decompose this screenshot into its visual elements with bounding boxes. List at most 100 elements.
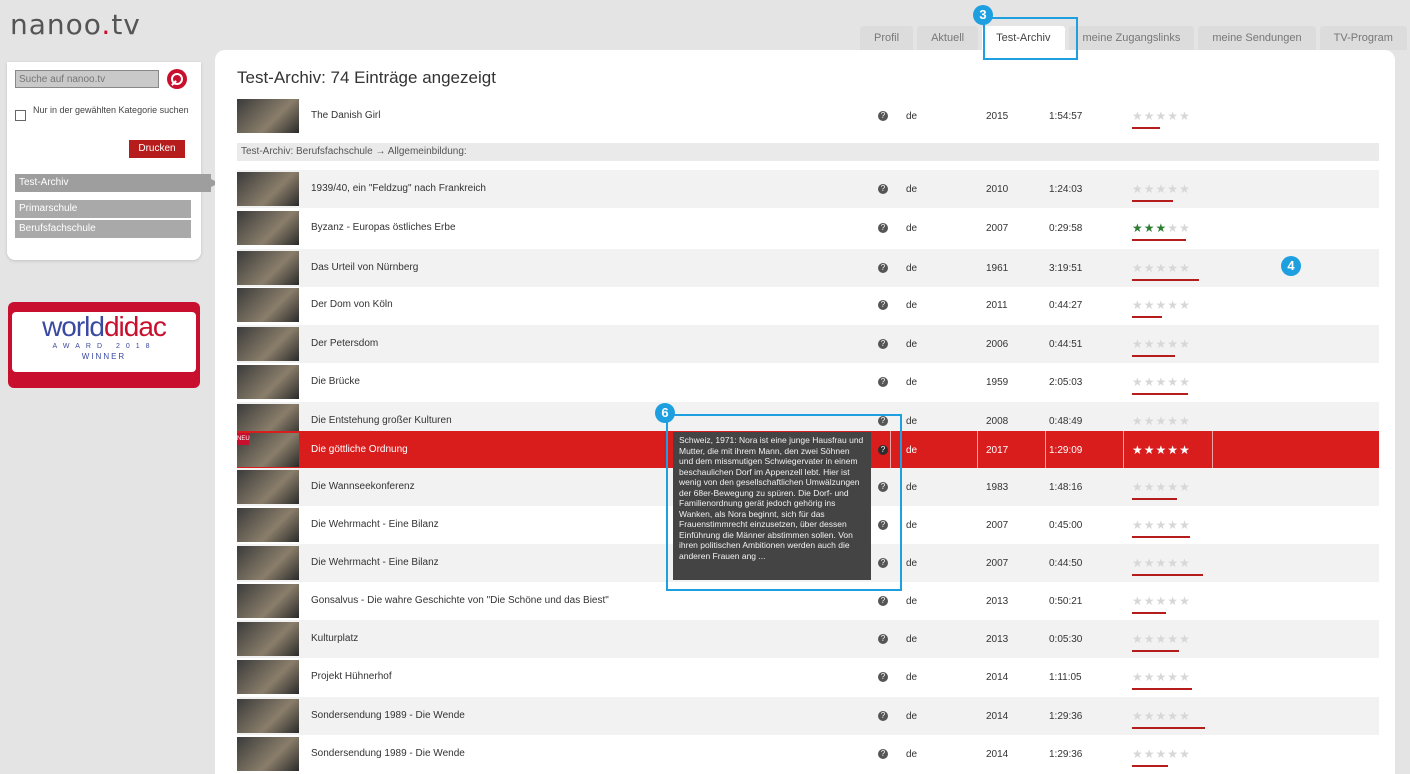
video-thumbnail[interactable]: [237, 211, 299, 245]
info-icon[interactable]: ?: [878, 634, 888, 644]
star-icon[interactable]: ★: [1167, 261, 1179, 275]
rating-stars[interactable]: ★★★★★: [1132, 747, 1191, 761]
nanoo-logo[interactable]: nanoo.tv: [10, 8, 141, 41]
nav-item-primarschule[interactable]: Primarschule: [15, 200, 191, 218]
video-row[interactable]: Sondersendung 1989 - Die Wende? de 2014 1:2…: [237, 697, 1379, 735]
rating-stars[interactable]: ★★★★★: [1132, 221, 1191, 235]
star-icon[interactable]: ★: [1167, 182, 1179, 196]
star-icon[interactable]: ★: [1156, 109, 1168, 123]
star-icon[interactable]: ★: [1167, 632, 1179, 646]
video-thumbnail[interactable]: [237, 660, 299, 694]
rating-stars[interactable]: ★★★★★: [1132, 443, 1191, 457]
star-icon[interactable]: ★: [1156, 594, 1168, 608]
star-icon[interactable]: ★: [1144, 337, 1156, 351]
tab-sendungen[interactable]: meine Sendungen: [1198, 26, 1316, 50]
video-title[interactable]: Kulturplatz: [311, 633, 358, 644]
video-thumbnail[interactable]: [237, 470, 299, 504]
rating-stars[interactable]: ★★★★★: [1132, 298, 1191, 312]
star-icon[interactable]: ★: [1144, 182, 1156, 196]
star-icon[interactable]: ★: [1179, 414, 1191, 428]
video-thumbnail[interactable]: [237, 508, 299, 542]
star-icon[interactable]: ★: [1179, 747, 1191, 761]
star-icon[interactable]: ★: [1179, 556, 1191, 570]
star-icon[interactable]: ★: [1144, 594, 1156, 608]
star-icon[interactable]: ★: [1179, 182, 1191, 196]
star-icon[interactable]: ★: [1156, 337, 1168, 351]
star-icon[interactable]: ★: [1132, 443, 1144, 457]
video-title[interactable]: Die göttliche Ordnung: [311, 444, 408, 455]
rating-stars[interactable]: ★★★★★: [1132, 182, 1191, 196]
rating-stars[interactable]: ★★★★★: [1132, 261, 1191, 275]
star-icon[interactable]: ★: [1132, 337, 1144, 351]
search-icon[interactable]: [167, 69, 187, 89]
star-icon[interactable]: ★: [1132, 632, 1144, 646]
video-thumbnail[interactable]: [237, 699, 299, 733]
rating-stars[interactable]: ★★★★★: [1132, 632, 1191, 646]
star-icon[interactable]: ★: [1179, 480, 1191, 494]
info-icon[interactable]: ?: [878, 596, 888, 606]
star-icon[interactable]: ★: [1156, 670, 1168, 684]
info-icon[interactable]: ?: [878, 184, 888, 194]
video-row[interactable]: 1939/40, ein "Feldzug" nach Frankreich? d…: [237, 170, 1379, 208]
star-icon[interactable]: ★: [1167, 221, 1179, 235]
star-icon[interactable]: ★: [1144, 518, 1156, 532]
rating-stars[interactable]: ★★★★★: [1132, 709, 1191, 723]
star-icon[interactable]: ★: [1144, 414, 1156, 428]
info-icon[interactable]: ?: [878, 377, 888, 387]
star-icon[interactable]: ★: [1132, 375, 1144, 389]
video-title[interactable]: 1939/40, ein "Feldzug" nach Frankreich: [311, 183, 486, 194]
star-icon[interactable]: ★: [1132, 298, 1144, 312]
tab-zugangslinks[interactable]: meine Zugangslinks: [1068, 26, 1195, 50]
video-thumbnail[interactable]: [237, 622, 299, 656]
star-icon[interactable]: ★: [1179, 518, 1191, 532]
star-icon[interactable]: ★: [1144, 443, 1156, 457]
star-icon[interactable]: ★: [1144, 747, 1156, 761]
video-title[interactable]: Die Brücke: [311, 376, 360, 387]
star-icon[interactable]: ★: [1179, 594, 1191, 608]
info-icon[interactable]: ?: [878, 263, 888, 273]
star-icon[interactable]: ★: [1167, 109, 1179, 123]
video-title[interactable]: Die Wehrmacht - Eine Bilanz: [311, 557, 439, 568]
video-thumbnail[interactable]: [237, 288, 299, 322]
video-title[interactable]: Gonsalvus - Die wahre Geschichte von "Di…: [311, 595, 609, 606]
star-icon[interactable]: ★: [1132, 414, 1144, 428]
star-icon[interactable]: ★: [1144, 632, 1156, 646]
tab-profil[interactable]: Profil: [860, 26, 914, 50]
print-button[interactable]: Drucken: [129, 140, 185, 158]
star-icon[interactable]: ★: [1167, 518, 1179, 532]
video-title[interactable]: Das Urteil von Nürnberg: [311, 262, 418, 273]
star-icon[interactable]: ★: [1132, 480, 1144, 494]
video-row[interactable]: Sondersendung 1989 - Die Wende? de 2014 1:2…: [237, 735, 1379, 773]
star-icon[interactable]: ★: [1156, 221, 1168, 235]
rating-stars[interactable]: ★★★★★: [1132, 414, 1191, 428]
star-icon[interactable]: ★: [1132, 670, 1144, 684]
info-icon[interactable]: ?: [878, 111, 888, 121]
star-icon[interactable]: ★: [1132, 261, 1144, 275]
star-icon[interactable]: ★: [1144, 298, 1156, 312]
video-thumbnail[interactable]: [237, 546, 299, 580]
video-title[interactable]: Die Wannseekonferenz: [311, 481, 415, 492]
video-row[interactable]: Das Urteil von Nürnberg? de 1961 3:19:51 ★★★…: [237, 249, 1379, 287]
star-icon[interactable]: ★: [1179, 109, 1191, 123]
rating-stars[interactable]: ★★★★★: [1132, 594, 1191, 608]
star-icon[interactable]: ★: [1132, 556, 1144, 570]
video-thumbnail[interactable]: [237, 172, 299, 206]
info-icon[interactable]: ?: [878, 711, 888, 721]
star-icon[interactable]: ★: [1156, 709, 1168, 723]
star-icon[interactable]: ★: [1132, 109, 1144, 123]
video-title[interactable]: Die Entstehung großer Kulturen: [311, 415, 452, 426]
star-icon[interactable]: ★: [1156, 632, 1168, 646]
search-input[interactable]: [15, 70, 159, 88]
star-icon[interactable]: ★: [1156, 182, 1168, 196]
video-title[interactable]: Sondersendung 1989 - Die Wende: [311, 710, 465, 721]
star-icon[interactable]: ★: [1156, 747, 1168, 761]
star-icon[interactable]: ★: [1179, 375, 1191, 389]
star-icon[interactable]: ★: [1156, 443, 1168, 457]
star-icon[interactable]: ★: [1179, 632, 1191, 646]
video-title[interactable]: The Danish Girl: [311, 110, 380, 121]
star-icon[interactable]: ★: [1156, 261, 1168, 275]
star-icon[interactable]: ★: [1144, 375, 1156, 389]
star-icon[interactable]: ★: [1144, 221, 1156, 235]
star-icon[interactable]: ★: [1179, 670, 1191, 684]
rating-stars[interactable]: ★★★★★: [1132, 337, 1191, 351]
